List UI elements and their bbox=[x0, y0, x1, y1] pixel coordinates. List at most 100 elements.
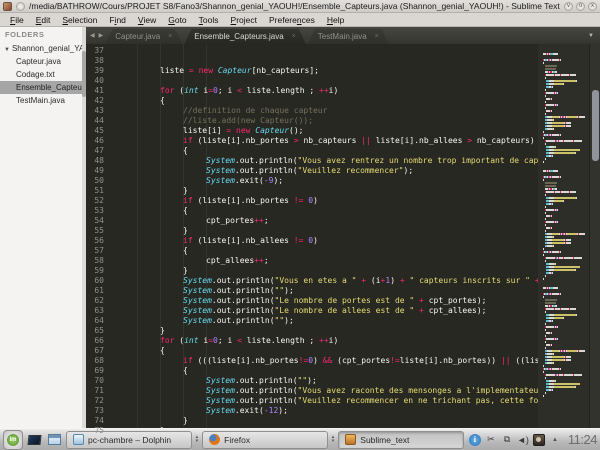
minimap-line bbox=[540, 395, 587, 397]
minimap-line bbox=[540, 365, 587, 367]
task-button-firefox[interactable]: Firefox bbox=[202, 431, 328, 449]
tree-file-testmain-java[interactable]: TestMain.java bbox=[0, 94, 86, 107]
minimap-line bbox=[540, 350, 587, 352]
minimap-line bbox=[540, 260, 587, 262]
tab-scroll-left-icon[interactable]: ◀ bbox=[88, 32, 97, 39]
menu-view[interactable]: View bbox=[132, 14, 162, 26]
code-line-61: System.out.println(""); bbox=[114, 286, 538, 296]
minimap-line bbox=[540, 194, 587, 196]
line-number: 40 bbox=[86, 76, 104, 86]
menu-find[interactable]: Find bbox=[103, 14, 132, 26]
tab-close-icon[interactable]: × bbox=[292, 33, 296, 40]
info-icon[interactable]: i bbox=[469, 434, 481, 446]
minimap-line bbox=[540, 161, 587, 163]
clipboard-scissors-icon[interactable]: ✂ bbox=[485, 434, 497, 446]
minimap-line bbox=[540, 197, 587, 199]
code-line-66: for (int i=0; i < liste.length ; ++i) bbox=[114, 336, 538, 346]
minimap-line bbox=[540, 59, 587, 61]
task-scroll-arrows[interactable]: ▴▾ bbox=[195, 436, 200, 443]
menu-goto[interactable]: Goto bbox=[162, 14, 192, 26]
task-button-sublime[interactable]: Sublime_text bbox=[338, 431, 464, 449]
menu-tools[interactable]: Tools bbox=[193, 14, 225, 26]
minimap-line bbox=[540, 314, 587, 316]
window-titlebar[interactable]: /media/BATHROW/Cours/PROJET S8/Fano3/Sha… bbox=[0, 0, 600, 13]
code-line-67: { bbox=[114, 346, 538, 356]
tree-folder-root[interactable]: ▼Shannon_genial_YAOUH! bbox=[0, 42, 86, 55]
minimap-line bbox=[540, 170, 587, 172]
minimap-line bbox=[540, 68, 587, 70]
tab-ensemble-capteurs-java[interactable]: Ensemble_Capteurs.java× bbox=[184, 29, 305, 44]
minimap-line bbox=[540, 251, 587, 253]
minimap-line bbox=[540, 137, 587, 139]
tree-file-capteur-java[interactable]: Capteur.java bbox=[0, 55, 86, 68]
minimap-line bbox=[540, 203, 587, 205]
system-tray: i ✂ ⧉ ◄) ▲ bbox=[469, 434, 561, 446]
menu-project[interactable]: Project bbox=[225, 14, 263, 26]
line-number: 68 bbox=[86, 356, 104, 366]
editor-body[interactable]: 3738394041424344454647484950515253545556… bbox=[86, 44, 600, 428]
minimap[interactable] bbox=[538, 44, 589, 428]
minimap-line bbox=[540, 209, 587, 211]
file-tree: ▼Shannon_genial_YAOUH! Capteur.javaCodag… bbox=[0, 42, 86, 107]
mint-menu-button[interactable]: lm bbox=[3, 430, 23, 450]
menu-help[interactable]: Help bbox=[321, 14, 350, 26]
minimap-line bbox=[540, 128, 587, 130]
code-line-75: } bbox=[114, 426, 538, 428]
line-number: 55 bbox=[86, 226, 104, 236]
tab-testmain-java[interactable]: TestMain.java× bbox=[308, 29, 389, 44]
line-number: 48 bbox=[86, 156, 104, 166]
tree-file-codage-txt[interactable]: Codage.txt bbox=[0, 68, 86, 81]
line-number: 47 bbox=[86, 146, 104, 156]
network-icon[interactable]: ⧉ bbox=[501, 434, 513, 446]
code-line-72: System.out.println("Veuillez recommencer… bbox=[114, 396, 538, 406]
tab-capteur-java[interactable]: Capteur.java× bbox=[105, 29, 182, 44]
show-desktop-button[interactable] bbox=[26, 432, 43, 448]
pager-button[interactable] bbox=[46, 432, 63, 448]
maximize-button[interactable]: o bbox=[576, 2, 585, 11]
volume-icon[interactable]: ◄) bbox=[517, 434, 529, 446]
code-line-52: if (liste[i].nb_portes != 0) bbox=[114, 196, 538, 206]
window-menu-button[interactable] bbox=[16, 2, 25, 11]
shade-button[interactable]: v bbox=[564, 2, 573, 11]
user-photo-icon[interactable] bbox=[533, 434, 545, 446]
mint-logo-icon: lm bbox=[7, 434, 19, 446]
menu-preferences[interactable]: Preferences bbox=[263, 14, 321, 26]
minimap-line bbox=[540, 392, 587, 394]
menu-selection[interactable]: Selection bbox=[56, 14, 103, 26]
dolphin-icon bbox=[73, 434, 84, 445]
code-line-73: System.exit(-12); bbox=[114, 406, 538, 416]
minimap-line bbox=[540, 185, 587, 187]
editor-scrollbar-thumb[interactable] bbox=[592, 90, 599, 161]
line-number: 74 bbox=[86, 416, 104, 426]
tab-close-icon[interactable]: × bbox=[375, 33, 379, 40]
minimap-line bbox=[540, 287, 587, 289]
tab-scroll-right-icon[interactable]: ▶ bbox=[97, 32, 106, 39]
line-number: 46 bbox=[86, 136, 104, 146]
editor-scrollbar[interactable] bbox=[589, 44, 600, 428]
menu-edit[interactable]: Edit bbox=[30, 14, 57, 26]
code-line-71: System.out.println("Vous avez raconte de… bbox=[114, 386, 538, 396]
minimap-line bbox=[540, 323, 587, 325]
tab-overflow-icon[interactable]: ▼ bbox=[582, 33, 600, 39]
code-area[interactable]: liste = new Capteur[nb_capteurs];for (in… bbox=[108, 44, 538, 428]
tab-close-icon[interactable]: × bbox=[168, 33, 172, 40]
line-number: 66 bbox=[86, 336, 104, 346]
tray-expand-arrow-icon[interactable]: ▲ bbox=[549, 434, 561, 446]
code-line-54: cpt_portes++; bbox=[114, 216, 538, 226]
clock[interactable]: 11:24 bbox=[568, 432, 597, 447]
line-number: 44 bbox=[86, 116, 104, 126]
task-button-dolphin[interactable]: pc-chambre – Dolphin bbox=[66, 431, 192, 449]
sublime-app-icon bbox=[3, 2, 12, 11]
task-scroll-arrows[interactable]: ▴▾ bbox=[331, 436, 336, 443]
menu-file[interactable]: File bbox=[4, 14, 30, 26]
minimap-line bbox=[540, 347, 587, 349]
minimap-line bbox=[540, 254, 587, 256]
minimap-line bbox=[540, 362, 587, 364]
tree-file-ensemble-capteurs-java[interactable]: Ensemble_Capteurs.java bbox=[0, 81, 86, 94]
close-button[interactable]: x bbox=[588, 2, 597, 11]
minimap-line bbox=[540, 200, 587, 202]
line-number: 73 bbox=[86, 406, 104, 416]
line-number: 63 bbox=[86, 306, 104, 316]
pager-icon bbox=[48, 434, 61, 445]
minimap-line bbox=[540, 386, 587, 388]
